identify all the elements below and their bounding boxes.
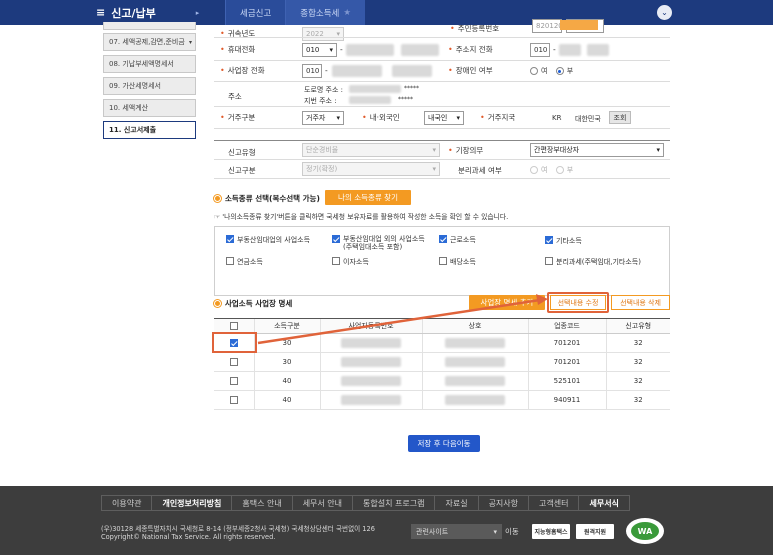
- footer-link-forms[interactable]: 세무서식: [578, 495, 630, 511]
- footer: 이용약관 개인정보처리방침 홈택스 안내 세무서 안내 통합설치 프로그램 자료…: [0, 486, 773, 555]
- footer-link[interactable]: 홈택스 안내: [231, 495, 293, 511]
- go-label: 이동: [505, 527, 519, 536]
- smart-hometax-logo[interactable]: 지능형홈택스: [532, 524, 570, 539]
- chevron-down-icon: ▾: [493, 527, 497, 536]
- copyright-text: Copyright© National Tax Service. All rig…: [101, 533, 276, 541]
- address-text: (우)30128 세종특별자치시 국세청로 8-14 (정부세종2청사 국세청)…: [101, 525, 375, 533]
- footer-link-privacy[interactable]: 개인정보처리방침: [151, 495, 233, 511]
- logo-text: 원격지원: [583, 529, 607, 536]
- footer-address: (우)30128 세종특별자치시 국세청로 8-14 (정부세종2청사 국세청)…: [101, 525, 375, 541]
- footer-link[interactable]: 공지사항: [477, 495, 530, 511]
- annotation-arrow-icon: [257, 294, 548, 345]
- footer-nav: 이용약관 개인정보처리방침 홈택스 안내 세무서 안내 통합설치 프로그램 자료…: [101, 495, 630, 512]
- footer-link[interactable]: 이용약관: [101, 495, 153, 511]
- related-go-button[interactable]: 이동: [505, 524, 519, 539]
- logo-text: 지능형홈택스: [534, 529, 568, 536]
- related-label: 관련사이트: [416, 527, 449, 536]
- footer-link[interactable]: 고객센터: [528, 495, 580, 511]
- footer-link[interactable]: 통합설치 프로그램: [352, 495, 436, 511]
- related-sites-select[interactable]: 관련사이트 ▾: [411, 524, 502, 539]
- wa-text: WA: [631, 522, 659, 540]
- remote-support-logo[interactable]: 원격지원: [576, 524, 614, 539]
- wa-certification-logo: WA: [626, 518, 664, 544]
- footer-link[interactable]: 세무서 안내: [291, 495, 354, 511]
- button-label: 저장 후 다음이동: [417, 439, 471, 448]
- save-and-next-button[interactable]: 저장 후 다음이동: [408, 435, 480, 452]
- footer-link[interactable]: 자료실: [434, 495, 479, 511]
